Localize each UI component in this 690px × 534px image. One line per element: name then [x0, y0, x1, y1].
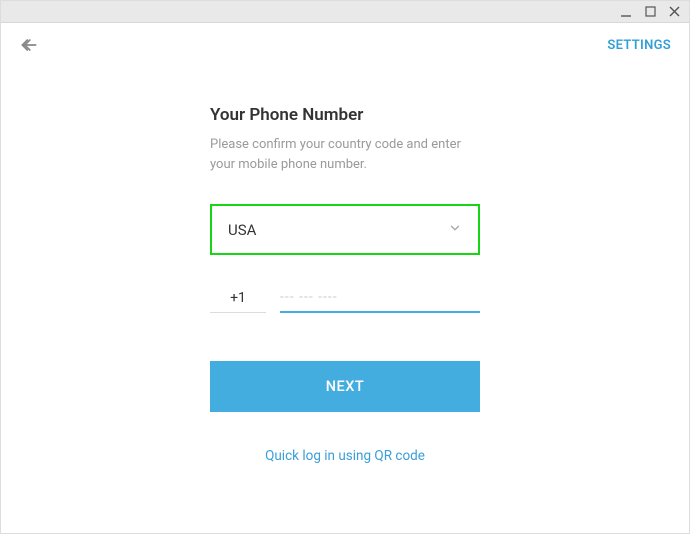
close-button[interactable] — [667, 5, 681, 19]
country-select[interactable]: USA — [210, 204, 480, 255]
next-button[interactable]: NEXT — [210, 361, 480, 412]
country-code-input[interactable] — [210, 283, 266, 313]
app-header: SETTINGS — [1, 23, 689, 67]
chevron-down-icon — [448, 220, 462, 239]
back-button[interactable] — [19, 35, 39, 55]
page-title: Your Phone Number — [210, 105, 480, 125]
window-titlebar — [1, 1, 689, 23]
phone-number-input[interactable] — [280, 283, 480, 313]
country-value: USA — [228, 221, 256, 239]
page-subtitle: Please confirm your country code and ent… — [210, 135, 480, 174]
maximize-button[interactable] — [643, 5, 657, 19]
qr-login-link[interactable]: Quick log in using QR code — [210, 448, 480, 464]
phone-row — [210, 283, 480, 313]
settings-link[interactable]: SETTINGS — [607, 38, 671, 53]
main-content: Your Phone Number Please confirm your co… — [210, 67, 480, 464]
minimize-button[interactable] — [619, 5, 633, 19]
